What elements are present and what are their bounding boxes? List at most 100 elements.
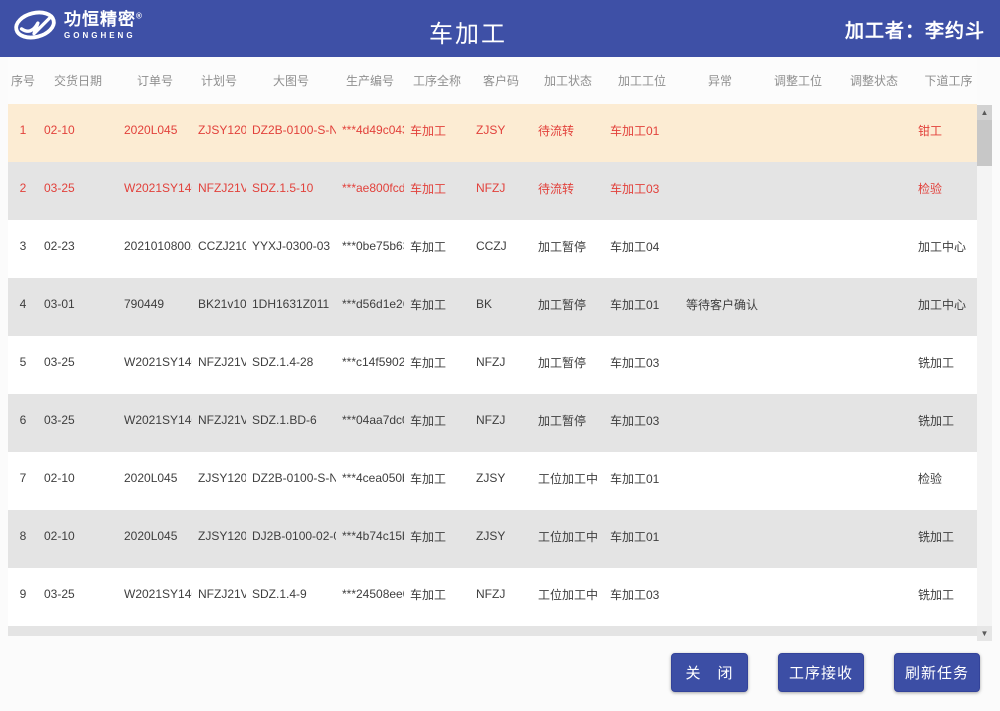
table-cell: 03-25 [38, 413, 118, 427]
table-cell: ZJSY [470, 471, 532, 485]
brand-name-cn: 功恒精密 [64, 10, 136, 29]
registered-mark: ® [136, 11, 143, 20]
table-cell: 6 [8, 413, 38, 427]
table-cell: 车加工 [404, 586, 470, 603]
close-button[interactable]: 关 闭 [671, 653, 748, 692]
table-cell: SDZ.1.5-10 [246, 181, 336, 195]
table-row[interactable]: 503-25W2021SY140NFZJ21V1SDZ.1.4-28***c14… [8, 336, 977, 394]
task-grid: 序号交货日期订单号计划号大图号生产编号工序全称客户码加工状态加工工位异常调整工位… [8, 57, 977, 636]
column-header: 大图号 [246, 72, 336, 89]
column-header: 下道工序 [912, 72, 977, 89]
table-cell: 1 [8, 123, 38, 137]
table-cell: 铣加工 [912, 586, 977, 603]
table-cell: 03-25 [38, 355, 118, 369]
table-cell: ***0be75b63 [336, 239, 404, 253]
table-cell: NFZJ21V1 [192, 587, 246, 601]
table-cell: W2021SY140 [118, 413, 192, 427]
column-header: 生产编号 [336, 72, 404, 89]
table-row[interactable]: 203-25W2021SY140NFZJ21VSDZ.1.5-10***ae80… [8, 162, 977, 220]
table-cell: 7 [8, 471, 38, 485]
table-cell: 铣加工 [912, 354, 977, 371]
table-cell: 4 [8, 297, 38, 311]
column-header: 计划号 [192, 72, 246, 89]
table-cell: 钳工 [912, 122, 977, 139]
table-cell: 加工中心 [912, 238, 977, 255]
brand-name-en: GONGHENG [64, 32, 143, 40]
table-cell: W2021SY140 [118, 355, 192, 369]
scroll-down-arrow-icon[interactable]: ▼ [977, 626, 992, 641]
table-cell: 车加工04 [604, 238, 680, 255]
table-cell: 加工暂停 [532, 296, 604, 313]
table-row[interactable]: 102-102020L045ZJSY1201DZ2B-0100-S-N-***4… [8, 104, 977, 162]
table-cell: 2 [8, 181, 38, 195]
table-cell: 02-10 [38, 529, 118, 543]
brand-logo: 功恒精密® GONGHENG [12, 8, 143, 42]
table-row[interactable]: 802-102020L045ZJSY1201DJ2B-0100-02-03***… [8, 510, 977, 568]
table-row[interactable]: 603-25W2021SY140NFZJ21V1SDZ.1.BD-6***04a… [8, 394, 977, 452]
table-cell: 03-01 [38, 297, 118, 311]
column-header: 调整工位 [760, 72, 836, 89]
table-cell: CCZJ [470, 239, 532, 253]
table-cell: 铣加工 [912, 528, 977, 545]
table-cell: NFZJ21V1 [192, 413, 246, 427]
scroll-up-arrow-icon[interactable]: ▲ [977, 105, 992, 120]
table-cell: ZJSY1201 [192, 529, 246, 543]
table-cell: 8 [8, 529, 38, 543]
table-cell: 02-10 [38, 123, 118, 137]
table-cell: ZJSY [470, 529, 532, 543]
table-row[interactable]: 903-25W2021SY140NFZJ21V1SDZ.1.4-9***2450… [8, 568, 977, 626]
table-cell: 加工暂停 [532, 354, 604, 371]
table-cell: NFZJ [470, 413, 532, 427]
scrollbar-thumb[interactable] [977, 120, 992, 166]
table-cell: 检验 [912, 180, 977, 197]
table-cell: ***4cea050b [336, 471, 404, 485]
table-cell: 车加工 [404, 354, 470, 371]
table-cell: 车加工03 [604, 412, 680, 429]
table-cell: 车加工 [404, 180, 470, 197]
page-title: 车加工 [429, 14, 507, 49]
table-cell: 待流转 [532, 122, 604, 139]
column-header: 工序全称 [404, 72, 470, 89]
table-cell: 车加工01 [604, 122, 680, 139]
table-cell: 车加工 [404, 122, 470, 139]
table-cell: 工位加工中 [532, 470, 604, 487]
table-cell: ***4d49c043 [336, 123, 404, 137]
table-cell: NFZJ [470, 355, 532, 369]
table-cell: ***04aa7dc0 [336, 413, 404, 427]
table-cell: 03-25 [38, 181, 118, 195]
table-cell: 加工中心 [912, 296, 977, 313]
table-cell: 车加工03 [604, 180, 680, 197]
table-cell: DZ2B-0100-S-N.1 [246, 471, 336, 485]
table-cell: NFZJ [470, 181, 532, 195]
table-cell: 待流转 [532, 180, 604, 197]
table-cell: 02-10 [38, 471, 118, 485]
column-header: 加工状态 [532, 72, 604, 89]
table-cell: 车加工01 [604, 528, 680, 545]
table-row[interactable]: 702-102020L045ZJSY1201DZ2B-0100-S-N.1***… [8, 452, 977, 510]
column-header: 交货日期 [38, 72, 118, 89]
table-cell: 1DH1631Z011 [246, 297, 336, 311]
table-cell: YYXJ-0300-03 [246, 239, 336, 253]
table-cell: 3 [8, 239, 38, 253]
table-cell: 工位加工中 [532, 528, 604, 545]
table-cell: ZJSY [470, 123, 532, 137]
operator-label: 加工者：李约斗 [845, 16, 985, 43]
table-cell: SDZ.1.4-28 [246, 355, 336, 369]
table-row[interactable]: 302-23202101080011CCZJ2104YYXJ-0300-03**… [8, 220, 977, 278]
table-cell: W2021SY140 [118, 181, 192, 195]
table-cell: 202101080011 [118, 239, 192, 253]
gongheng-logo-icon [12, 8, 58, 42]
table-cell: CCZJ2104 [192, 239, 246, 253]
table-cell: 5 [8, 355, 38, 369]
process-accept-button[interactable]: 工序接收 [778, 653, 864, 692]
vertical-scrollbar[interactable]: ▲ ▼ [977, 105, 992, 641]
footer-actions: 关 闭 工序接收 刷新任务 [671, 653, 980, 692]
grid-body: 102-102020L045ZJSY1201DZ2B-0100-S-N-***4… [8, 104, 977, 626]
table-cell: DZ2B-0100-S-N- [246, 123, 336, 137]
refresh-tasks-button[interactable]: 刷新任务 [894, 653, 980, 692]
table-cell: ***ae800fcd [336, 181, 404, 195]
table-row[interactable]: 403-01790449BK21v1021DH1631Z011***d56d1e… [8, 278, 977, 336]
table-cell: BK [470, 297, 532, 311]
table-cell: NFZJ [470, 587, 532, 601]
table-cell: SDZ.1.4-9 [246, 587, 336, 601]
